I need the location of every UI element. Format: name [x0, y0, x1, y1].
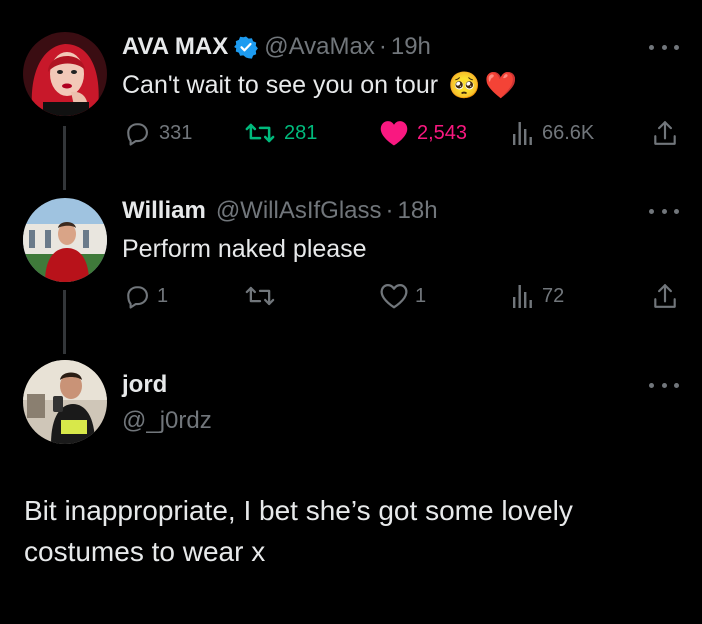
author-handle[interactable]: @WillAsIfGlass [216, 197, 382, 225]
more-options-icon[interactable] [649, 206, 679, 216]
thread-line-2 [63, 290, 66, 354]
timestamp[interactable]: 19h [391, 33, 431, 61]
red-heart-emoji: ❤️ [484, 69, 517, 100]
main-tweet-text-line: costumes to wear x [24, 536, 266, 567]
more-options-icon[interactable] [649, 380, 679, 390]
avatar-william[interactable] [23, 198, 107, 282]
retweet-icon [245, 286, 275, 306]
author-handle[interactable]: @AvaMax [264, 33, 375, 61]
like-button[interactable]: 2,543 [379, 118, 467, 148]
retweet-count: 281 [284, 121, 318, 144]
reply-icon [127, 123, 148, 146]
verified-badge-icon [234, 35, 259, 59]
reply-button[interactable]: 331 [123, 118, 192, 148]
retweet-button[interactable]: 281 [244, 118, 317, 148]
author-name[interactable]: William [122, 197, 206, 225]
author-name-row: jord [122, 370, 167, 400]
timestamp[interactable]: 18h [398, 197, 438, 225]
tweet-text: Can't wait to see you on tour 🥺 ❤️ [122, 68, 517, 102]
views-chart-icon [513, 285, 532, 308]
views-chart-icon [513, 122, 532, 145]
separator-dot: · [385, 197, 394, 224]
main-tweet-text: Bit inappropriate, I bet she’s got some … [24, 490, 684, 572]
tweet-text-content: Can't wait to see you on tour [122, 70, 439, 99]
thread-line-1 [63, 126, 66, 190]
author-handle[interactable]: @_j0rdz [122, 407, 212, 435]
separator-dot: · [378, 33, 387, 60]
author-name[interactable]: jord [122, 371, 167, 399]
like-count: 1 [415, 284, 427, 307]
retweet-button[interactable] [244, 281, 284, 311]
author-handle-row: @_j0rdz [122, 406, 212, 436]
avatar-jord[interactable] [23, 360, 107, 444]
tweet-text: Perform naked please [122, 232, 367, 266]
pleading-face-emoji: 🥺 [448, 69, 481, 100]
view-count: 66.6K [542, 121, 595, 144]
more-options-icon[interactable] [649, 42, 679, 52]
avatar-ava-max[interactable] [23, 32, 107, 116]
tweet-text-content: Perform naked please [122, 234, 367, 263]
tweet-header: AVA MAX @AvaMax · 19h [122, 32, 431, 62]
tweet-header: William @WillAsIfGlass · 18h [122, 196, 438, 226]
reply-count: 331 [159, 121, 193, 144]
reply-icon [127, 286, 148, 309]
like-button[interactable]: 1 [379, 281, 426, 311]
heart-outline-icon [380, 284, 408, 309]
main-tweet-text-line: Bit inappropriate, I bet she’s got some … [24, 495, 573, 526]
share-icon [654, 121, 676, 145]
view-count: 72 [542, 284, 565, 307]
author-name[interactable]: AVA MAX [122, 33, 228, 61]
share-icon [654, 284, 676, 308]
share-button[interactable] [652, 281, 678, 311]
views-button[interactable]: 66.6K [512, 118, 594, 148]
heart-filled-icon [380, 121, 408, 146]
views-button[interactable]: 72 [512, 281, 564, 311]
share-button[interactable] [652, 118, 678, 148]
like-count: 2,543 [417, 121, 468, 144]
reply-button[interactable]: 1 [123, 281, 168, 311]
reply-count: 1 [157, 284, 169, 307]
retweet-icon [245, 123, 275, 143]
